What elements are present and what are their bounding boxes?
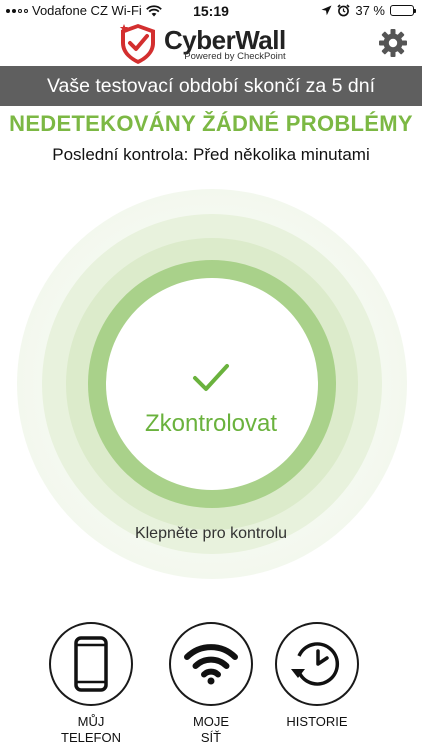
- gear-icon: [379, 29, 407, 57]
- nav-label-my-phone: MŮJ TELEFON: [61, 714, 121, 745]
- bottom-nav: MŮJ TELEFON MOJE SÍŤ HISTORIE: [0, 622, 422, 750]
- nav-button-my-phone[interactable]: [49, 622, 133, 706]
- scan-button-label[interactable]: Zkontrolovat: [111, 410, 311, 438]
- status-bar: Vodafone CZ Wi-Fi 15:19 37 %: [0, 0, 422, 22]
- nav-label-history: HISTORIE: [286, 714, 348, 729]
- nav-button-my-network[interactable]: [169, 622, 253, 706]
- nav-item-my-network[interactable]: MOJE SÍŤ: [156, 622, 266, 746]
- history-clock-icon: [291, 642, 340, 686]
- nav-label-my-network: MOJE SÍŤ: [192, 714, 230, 745]
- app-name: CyberWall: [164, 25, 286, 55]
- scan-button[interactable]: [16, 188, 408, 580]
- nav-item-history[interactable]: HISTORIE: [262, 622, 372, 730]
- wifi-icon: [184, 644, 238, 685]
- last-check-text: Poslední kontrola: Před několika minutam…: [52, 145, 370, 164]
- tap-hint: Klepněte pro kontrolu: [134, 525, 288, 542]
- settings-button[interactable]: [378, 28, 408, 58]
- nav-item-my-phone[interactable]: MŮJ TELEFON: [36, 622, 146, 746]
- location-arrow-icon: [321, 5, 332, 16]
- app-logo: CyberWall Powered by CheckPoint: [118, 22, 286, 66]
- alarm-icon: [337, 4, 350, 17]
- trial-banner-text: Vaše testovací období skončí za 5 dní: [46, 74, 376, 97]
- scan-status-title: NEDETEKOVÁNY ŽÁDNÉ PROBLÉMY: [9, 111, 413, 136]
- nav-button-history[interactable]: [275, 622, 359, 706]
- battery-icon: [390, 5, 416, 16]
- battery-percent: 37 %: [355, 3, 385, 18]
- status-right: 37 %: [321, 3, 416, 18]
- shield-check-icon: [119, 24, 155, 64]
- app-header: CyberWall Powered by CheckPoint: [0, 22, 422, 66]
- trial-banner: Vaše testovací období skončí za 5 dní: [0, 66, 422, 106]
- phone-icon: [74, 636, 108, 692]
